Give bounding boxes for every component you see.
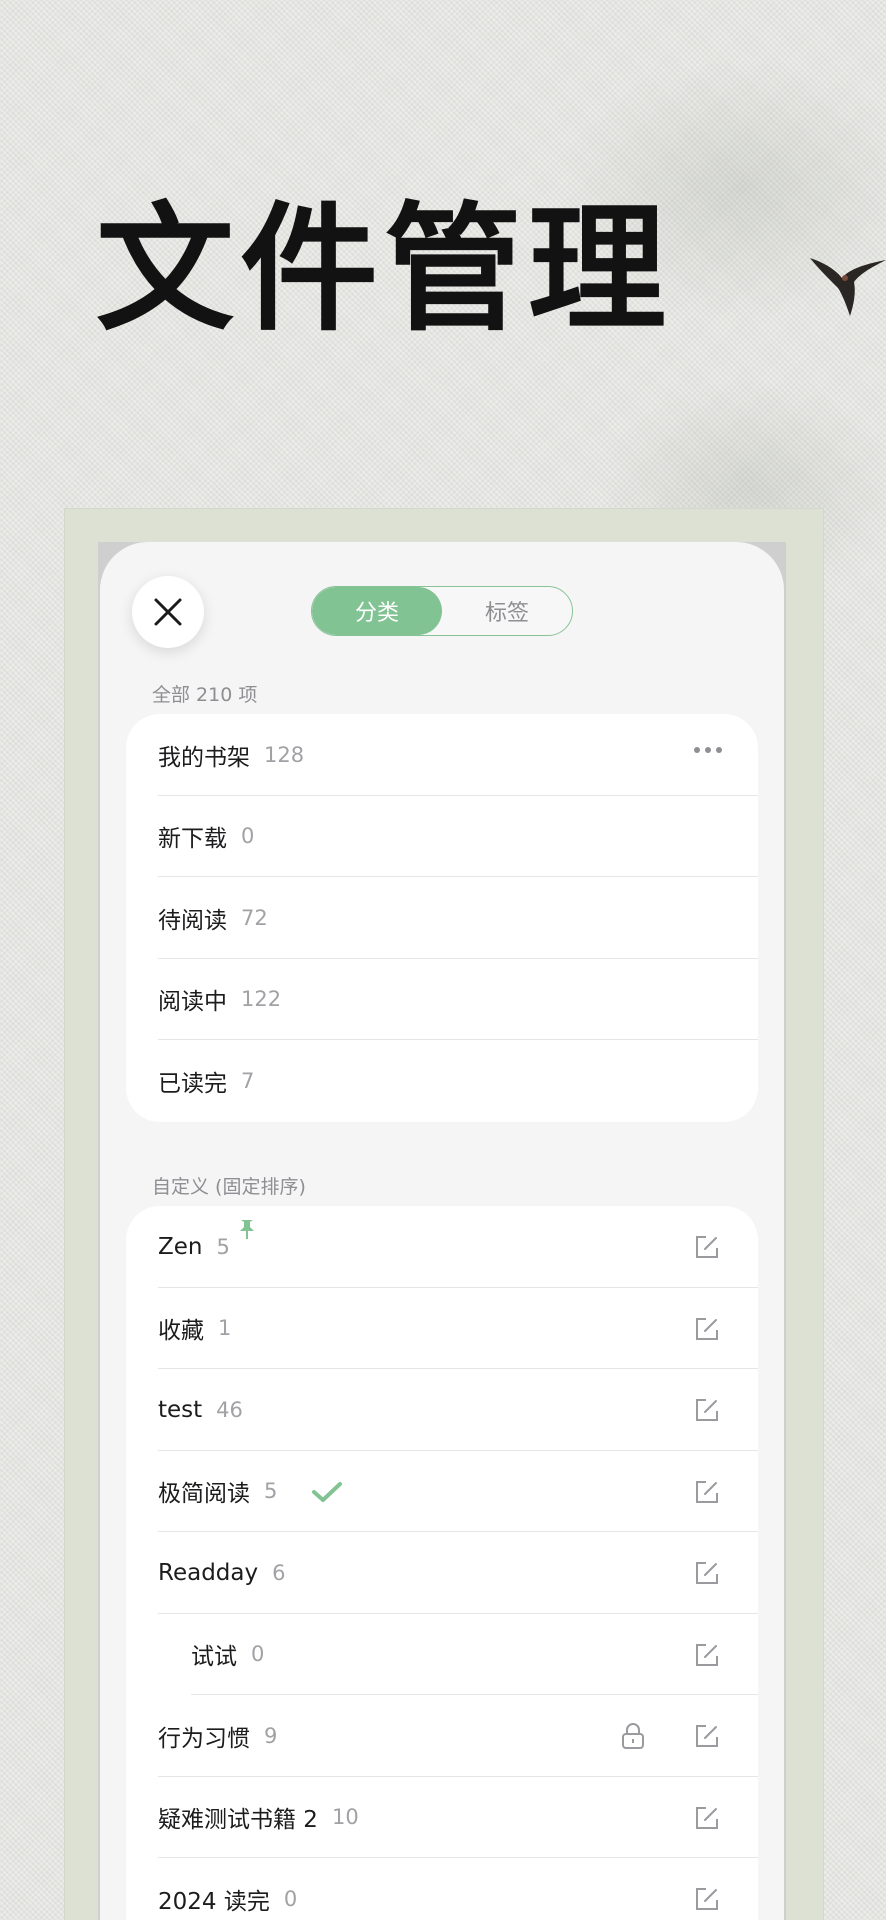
list-item-zen[interactable]: Zen 5 [126,1206,758,1288]
checkmark-icon [312,1481,342,1502]
all-section-header: 全部 210 项 [152,684,258,706]
list-item-label: 行为习惯 [158,1725,250,1752]
list-item-label: 阅读中 [158,989,227,1016]
list-item-count: 5 [264,1479,278,1504]
list-item-difficult-test-books[interactable]: 疑难测试书籍 2 10 [126,1777,758,1859]
list-item-count: 46 [216,1397,243,1422]
custom-section-header: 自定义 (固定排序) [152,1176,306,1198]
list-item-count: 6 [272,1560,286,1585]
pin-icon [240,1220,254,1239]
category-tag-switcher: 分类 标签 [311,586,573,636]
list-item-label: Readday [158,1559,259,1586]
list-item-count: 0 [251,1642,265,1667]
file-management-panel: 分类 标签 全部 210 项 我的书架 128 新下载 0 待阅读 72 阅读中… [100,542,784,1920]
all-categories-card: 我的书架 128 新下载 0 待阅读 72 阅读中 122 已读完 7 [126,714,758,1122]
list-item-finished[interactable]: 已读完 7 [126,1040,758,1122]
list-item-label: 新下载 [158,826,227,853]
list-item-label: 2024 读完 [158,1888,270,1915]
list-item-label: test [158,1396,203,1423]
list-item-new-downloads[interactable]: 新下载 0 [126,796,758,878]
list-item-count: 0 [283,1886,298,1911]
list-item-reading[interactable]: 阅读中 122 [126,959,758,1041]
list-item-count: 10 [331,1805,359,1830]
list-item-label: 待阅读 [158,907,227,934]
more-icon[interactable] [694,747,722,753]
page-title: 文件管理 [96,187,673,350]
lock-icon [622,1723,644,1749]
edit-icon[interactable] [694,1234,720,1260]
edit-icon[interactable] [694,1723,720,1749]
list-item-test[interactable]: test 46 [126,1369,758,1451]
edit-icon[interactable] [694,1479,720,1505]
list-item-habits[interactable]: 行为习惯 9 [126,1695,758,1777]
edit-icon[interactable] [694,1397,720,1423]
edit-icon[interactable] [694,1642,720,1668]
custom-categories-card: Zen 5 收藏 1 test 46 极简阅读 5 Readday 6 试试 0… [126,1206,758,1920]
edit-icon[interactable] [694,1560,720,1586]
list-item-count: 72 [241,905,268,930]
close-button[interactable] [132,576,204,648]
list-item-try[interactable]: 试试 0 [126,1614,758,1696]
edit-icon[interactable] [694,1886,720,1912]
list-item-label: 收藏 [158,1318,204,1345]
list-item-readday[interactable]: Readday 6 [126,1532,758,1614]
list-item-label: 疑难测试书籍 2 [158,1807,318,1834]
edit-icon[interactable] [694,1316,720,1342]
list-item-count: 128 [264,742,305,767]
list-item-2024-finished[interactable]: 2024 读完 0 [126,1858,758,1920]
list-item-count: 0 [241,824,255,849]
list-item-count: 1 [218,1316,232,1341]
list-item-to-read[interactable]: 待阅读 72 [126,877,758,959]
tab-tags[interactable]: 标签 [442,587,572,635]
list-item-my-shelf[interactable]: 我的书架 128 [126,714,758,796]
list-item-label: 已读完 [158,1070,227,1097]
list-item-minimal-reading[interactable]: 极简阅读 5 [126,1451,758,1533]
list-item-favorites[interactable]: 收藏 1 [126,1288,758,1370]
list-item-count: 7 [241,1068,255,1093]
list-item-count: 122 [241,987,282,1012]
list-item-count: 9 [264,1723,278,1748]
list-item-count: 5 [216,1234,230,1259]
list-item-label: 我的书架 [158,744,250,771]
list-item-label: Zen [158,1233,203,1260]
list-item-label: 试试 [191,1644,237,1671]
list-item-label: 极简阅读 [158,1481,250,1508]
close-icon [154,598,182,626]
edit-icon[interactable] [694,1805,720,1831]
tab-category[interactable]: 分类 [312,587,442,635]
swallow-bird-icon [810,258,886,316]
